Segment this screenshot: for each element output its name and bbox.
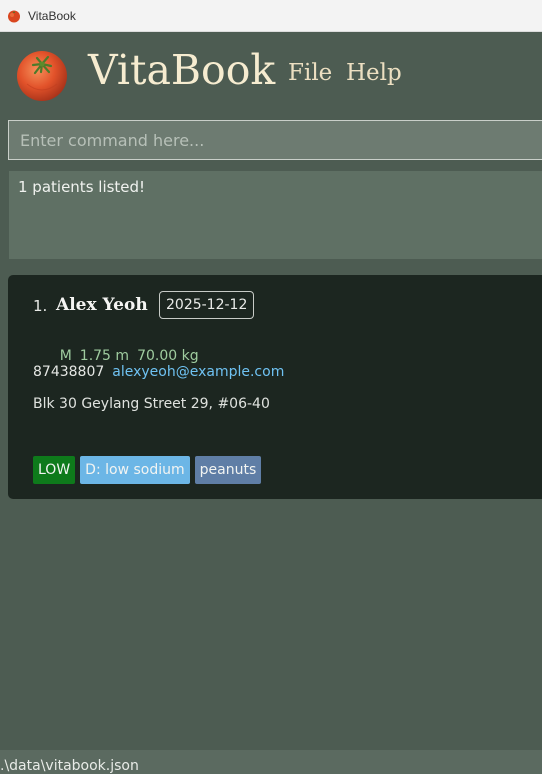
patient-tags: LOW D: low sodium peanuts (33, 456, 262, 484)
allergy-tag: peanuts (194, 456, 262, 484)
patient-weight: 70.00 kg (137, 348, 199, 364)
app-window: VitaBook VitaBook File Help 1 patients l… (0, 0, 542, 774)
risk-tag: LOW (33, 456, 76, 484)
tomato-logo (17, 51, 67, 101)
patient-phone: 87438807 (33, 364, 105, 380)
status-bar: .\data\vitabook.json (0, 750, 542, 774)
header: VitaBook File Help (0, 32, 542, 118)
patient-contact: 87438807 alexyeoh@example.com (33, 364, 284, 380)
patient-index: 1. (33, 297, 48, 315)
patient-name: Alex Yeoh (56, 295, 148, 315)
appointment-date-badge: 2025-12-12 (159, 291, 255, 319)
window-title: VitaBook (28, 9, 76, 23)
patient-gender: M (59, 348, 72, 364)
result-display: 1 patients listed! (9, 171, 542, 259)
command-input[interactable] (8, 120, 542, 160)
tomato-icon (8, 10, 20, 23)
menu-help[interactable]: Help (346, 62, 402, 85)
patient-address: Blk 30 Geylang Street 29, #06-40 (33, 396, 270, 412)
patient-height: 1.75 m (79, 348, 130, 364)
title-bar: VitaBook (0, 0, 542, 32)
patient-email[interactable]: alexyeoh@example.com (112, 364, 284, 380)
save-file-path: .\data\vitabook.json (0, 758, 139, 774)
app-title: VitaBook (88, 46, 276, 94)
result-message: 1 patients listed! (18, 178, 146, 196)
menu-file[interactable]: File (288, 62, 332, 85)
patient-card[interactable]: 1. Alex Yeoh 2025-12-12 M 1.75 m 70.00 kg … (8, 275, 542, 499)
diet-tag: D: low sodium (80, 456, 190, 484)
